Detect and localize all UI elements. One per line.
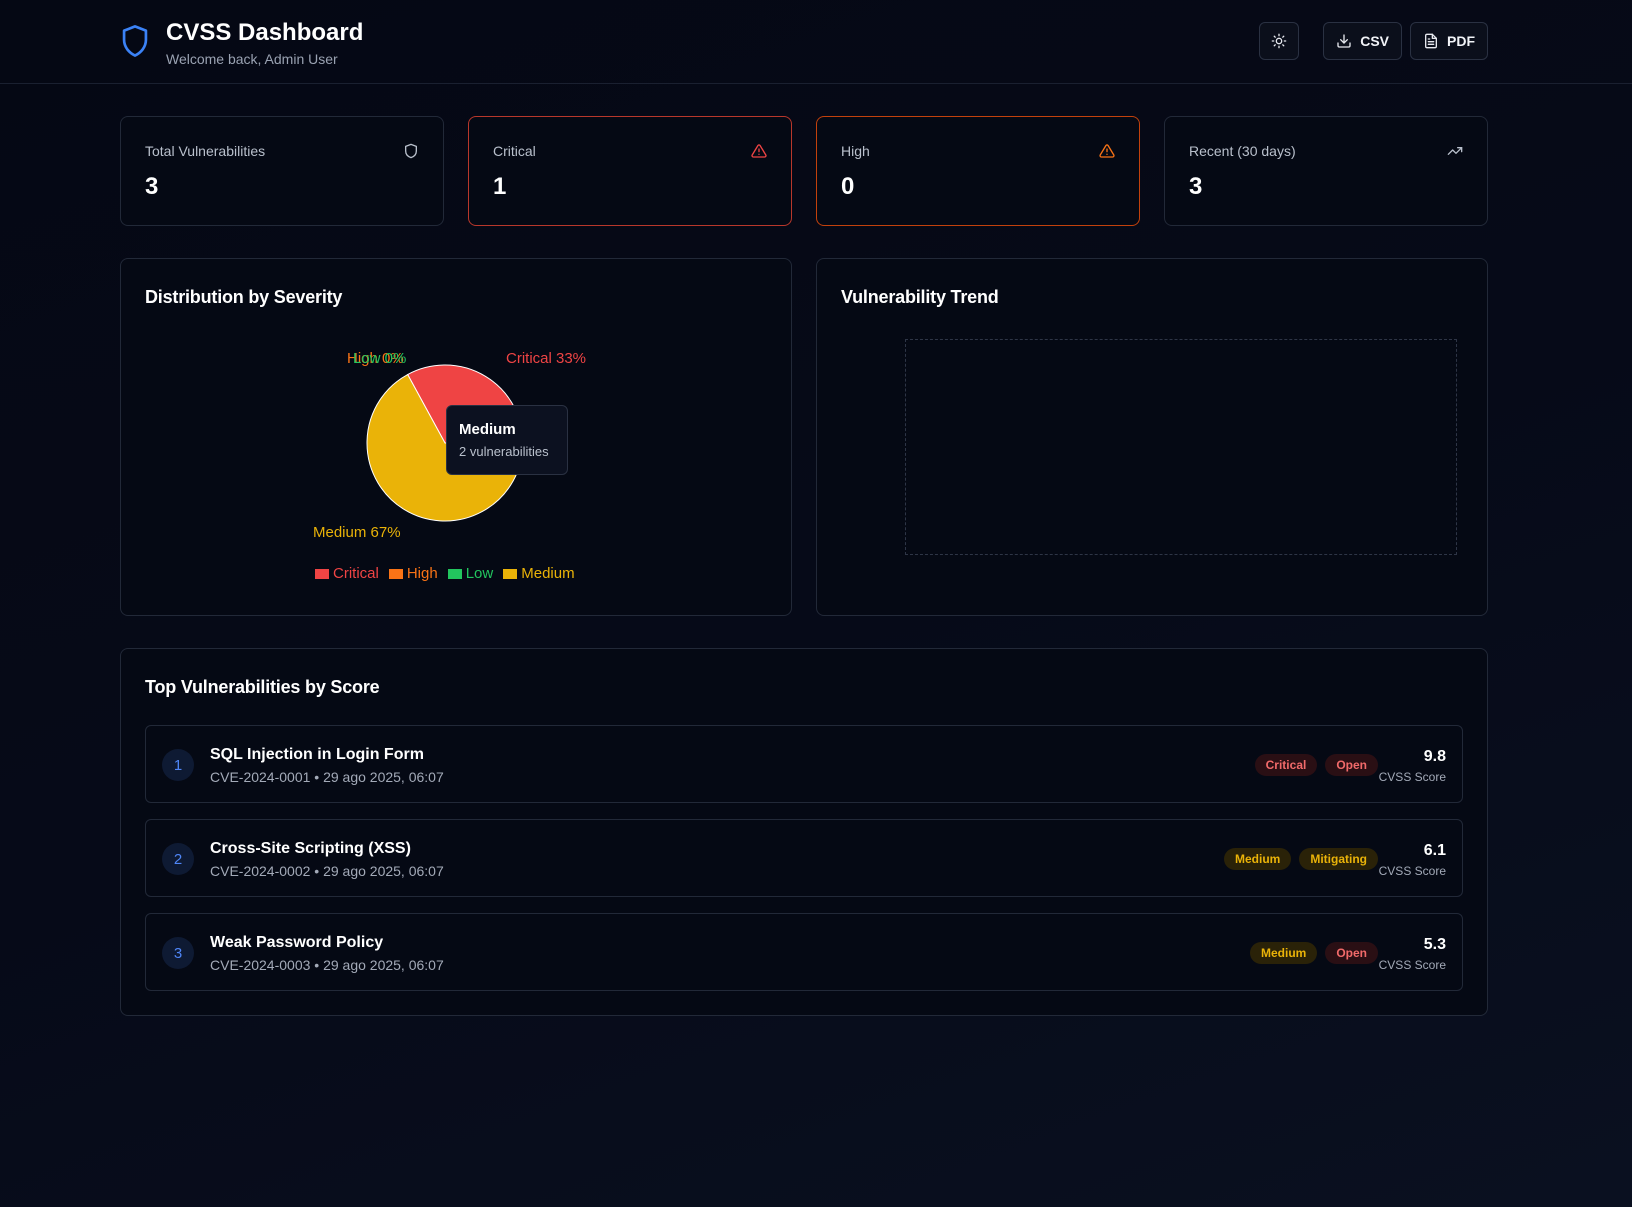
stat-value: 3 (1189, 173, 1203, 200)
legend-label: High (406, 565, 438, 582)
export-csv-button[interactable]: CSV (1323, 22, 1402, 60)
score-value: 5.3 (1423, 936, 1446, 953)
score-value: 6.1 (1423, 842, 1446, 859)
badges: Critical Open (1254, 754, 1378, 776)
vulnerability-row[interactable]: 3 Weak Password Policy CVE-2024-0003 • 2… (145, 913, 1463, 991)
stat-card-total: Total Vulnerabilities 3 (120, 116, 444, 226)
pie-chart: High 0% Low 0% Critical 33% Medium 67% M… (121, 259, 791, 615)
stat-card-critical: Critical 1 (468, 116, 792, 226)
brand: CVSS Dashboard Welcome back, Admin User (120, 18, 363, 68)
stat-label: High (841, 143, 870, 159)
cvss-score: 5.3 CVSS Score (1379, 936, 1446, 972)
file-text-icon (1425, 33, 1437, 49)
chart-legend: Critical High Low Medium (315, 565, 575, 582)
vulnerability-title: SQL Injection in Login Form (210, 746, 424, 763)
csv-label: CSV (1360, 33, 1389, 49)
stat-value: 3 (145, 173, 159, 200)
status-badge: Open (1325, 942, 1378, 964)
legend-item-critical[interactable]: Critical (315, 565, 379, 582)
trend-plot-area (905, 339, 1457, 555)
top-vulnerabilities-title: Top Vulnerabilities by Score (145, 677, 380, 697)
top-bar: CVSS Dashboard Welcome back, Admin User … (0, 0, 1632, 84)
page-title: CVSS Dashboard (166, 19, 364, 46)
legend-item-medium[interactable]: Medium (503, 565, 575, 582)
score-label: CVSS Score (1378, 864, 1446, 878)
pie-label-low: Low 0% (353, 350, 407, 367)
vulnerability-meta: CVE-2024-0001 • 29 ago 2025, 06:07 (210, 769, 444, 785)
legend-swatch (447, 568, 462, 579)
sun-icon (1271, 33, 1287, 49)
severity-badge: Medium (1224, 848, 1292, 870)
rank-badge: 3 (162, 937, 194, 969)
legend-swatch (503, 568, 518, 579)
top-vulnerabilities-card: Top Vulnerabilities by Score 1 SQL Injec… (120, 648, 1488, 1016)
welcome-text: Welcome back, Admin User (166, 51, 338, 67)
vulnerability-meta: CVE-2024-0003 • 29 ago 2025, 06:07 (210, 957, 444, 973)
alert-triangle-icon (751, 144, 767, 158)
pie-label-medium: Medium 67% (313, 524, 401, 541)
severity-badge: Critical (1254, 754, 1318, 776)
distribution-card: Distribution by Severity High 0% Low 0% … (120, 258, 792, 616)
legend-item-low[interactable]: Low (447, 565, 494, 582)
export-pdf-button[interactable]: PDF (1410, 22, 1488, 60)
trending-up-icon (1447, 147, 1463, 155)
legend-label: Medium (521, 565, 575, 582)
stat-label: Total Vulnerabilities (145, 143, 266, 159)
cvss-score: 6.1 CVSS Score (1379, 842, 1446, 878)
rank-badge: 1 (162, 749, 194, 781)
badges: Medium Mitigating (1224, 848, 1378, 870)
legend-item-high[interactable]: High (388, 565, 438, 582)
legend-label: Critical (333, 565, 379, 582)
stat-card-recent: Recent (30 days) 3 (1164, 116, 1488, 226)
vulnerability-title: Weak Password Policy (210, 934, 384, 951)
theme-toggle-button[interactable] (1259, 22, 1300, 60)
stat-value: 0 (841, 173, 855, 200)
legend-label: Low (465, 565, 494, 582)
severity-badge: Medium (1249, 942, 1318, 964)
legend-swatch (315, 568, 329, 579)
stat-label: Critical (493, 143, 536, 159)
vulnerability-title: Cross-Site Scripting (XSS) (210, 840, 411, 857)
trend-title: Vulnerability Trend (841, 287, 999, 307)
score-label: CVSS Score (1378, 770, 1446, 784)
alert-triangle-icon (1099, 144, 1115, 158)
download-icon (1337, 34, 1351, 48)
status-badge: Mitigating (1299, 848, 1378, 870)
pdf-label: PDF (1447, 33, 1475, 49)
vulnerability-meta: CVE-2024-0002 • 29 ago 2025, 06:07 (210, 863, 444, 879)
status-badge: Open (1325, 754, 1378, 776)
vulnerability-row[interactable]: 1 SQL Injection in Login Form CVE-2024-0… (145, 725, 1463, 803)
rank-badge: 2 (162, 843, 194, 875)
score-value: 9.8 (1423, 748, 1446, 765)
cvss-score: 9.8 CVSS Score (1379, 748, 1446, 784)
tooltip-subtitle: 2 vulnerabilities (459, 444, 549, 459)
tooltip-title: Medium (459, 421, 516, 438)
badges: Medium Open (1249, 942, 1378, 964)
header-actions: CSV PDF (1259, 22, 1488, 60)
stat-card-high: High 0 (816, 116, 1140, 226)
shield-icon (405, 143, 417, 159)
shield-icon (122, 25, 148, 57)
legend-swatch (388, 568, 403, 579)
stat-label: Recent (30 days) (1189, 143, 1296, 159)
score-label: CVSS Score (1378, 958, 1446, 972)
chart-tooltip: Medium 2 vulnerabilities (446, 405, 568, 475)
stat-value: 1 (493, 173, 507, 200)
pie-label-critical: Critical 33% (506, 350, 587, 367)
vulnerability-row[interactable]: 2 Cross-Site Scripting (XSS) CVE-2024-00… (145, 819, 1463, 897)
trend-card: Vulnerability Trend (816, 258, 1488, 616)
